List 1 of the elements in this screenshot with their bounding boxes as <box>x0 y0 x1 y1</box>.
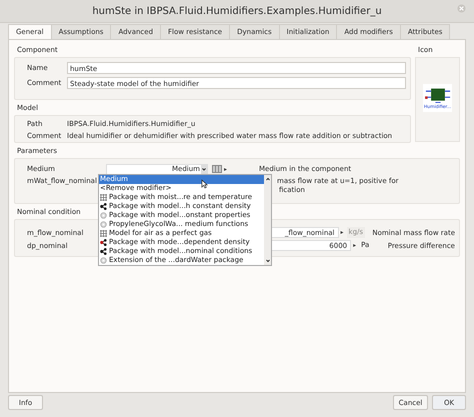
window-title: humSte in IBPSA.Fluid.Humidifiers.Examples.Humidifier_u <box>92 6 382 16</box>
